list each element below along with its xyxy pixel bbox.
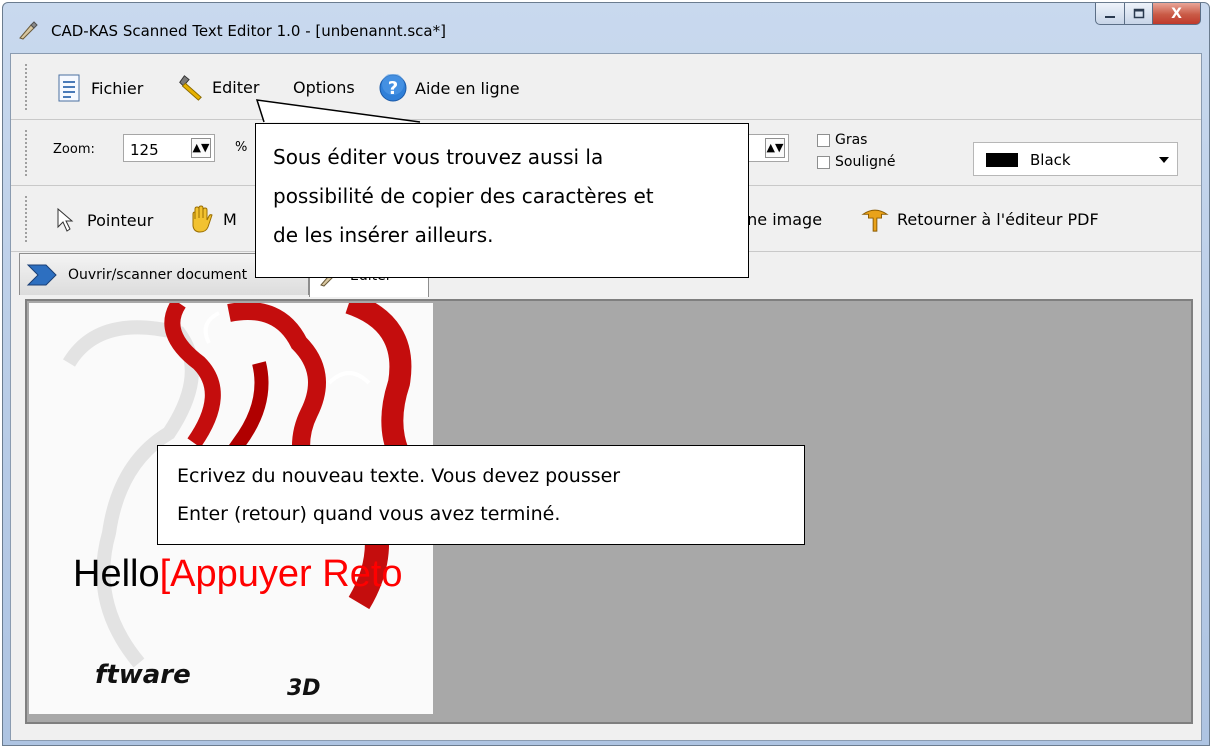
menu-aide-label: Aide en ligne: [415, 78, 520, 98]
toolbar-grip[interactable]: [25, 64, 29, 110]
minimize-button[interactable]: [1095, 3, 1125, 25]
toolbar-grip[interactable]: [25, 130, 29, 176]
menu-editer-label: Editer: [212, 77, 260, 97]
callout-editer-info: Sous éditer vous trouvez aussi la possib…: [255, 123, 749, 278]
tool-main-label: M: [223, 209, 237, 229]
menu-aide-en-ligne[interactable]: ? Aide en ligne: [379, 74, 520, 102]
spin-arrows-icon[interactable]: ▲▼: [765, 138, 785, 158]
tool-retourner-label: Retourner à l'éditeur PDF: [897, 209, 1099, 229]
menu-options-label: Options: [293, 78, 355, 97]
menu-editer[interactable]: Editer: [176, 73, 259, 101]
logo-text-3d: 3D: [287, 676, 321, 701]
checkbox-box[interactable]: [817, 155, 830, 169]
callout-line: possibilité de copier des caractères et: [273, 184, 654, 208]
document-icon: [55, 74, 83, 102]
tool-image-label: une image: [737, 210, 823, 229]
checkbox-box[interactable]: [817, 133, 830, 147]
zoom-stepper[interactable]: 125 ▲▼: [123, 134, 215, 162]
menu-fichier-label: Fichier: [91, 78, 144, 98]
callout-line: de les insérer ailleurs.: [273, 223, 494, 247]
callout-line: Ecrivez du nouveau texte. Vous devez pou…: [177, 465, 621, 487]
title-bar[interactable]: CAD-KAS Scanned Text Editor 1.0 - [unben…: [3, 3, 1209, 53]
typed-text: Hello: [73, 553, 160, 595]
underline-label: Souligné: [835, 154, 896, 170]
zoom-label: Zoom:: [53, 142, 95, 157]
app-window: CAD-KAS Scanned Text Editor 1.0 - [unben…: [2, 2, 1210, 746]
pen-icon: [19, 21, 38, 40]
underline-checkbox[interactable]: Souligné: [817, 154, 895, 170]
close-icon: X: [1171, 5, 1182, 22]
tool-pointeur-label: Pointeur: [87, 210, 154, 230]
help-icon: ?: [379, 74, 407, 102]
tool-retourner[interactable]: Retourner à l'éditeur PDF: [861, 205, 1099, 233]
tool-pointeur[interactable]: Pointeur: [51, 206, 153, 234]
minimize-icon: [1105, 15, 1115, 18]
tool-image[interactable]: une image: [737, 210, 822, 229]
svg-text:?: ?: [388, 78, 398, 99]
window-controls: X: [1095, 3, 1201, 25]
spin-arrows-icon[interactable]: ▲▼: [191, 138, 211, 158]
enter-prompt-text: [Appuyer Reto: [159, 553, 403, 595]
color-swatch: [986, 153, 1018, 167]
close-button[interactable]: X: [1153, 3, 1201, 25]
logo-text-ftware: ftware: [95, 660, 191, 690]
toolbar-grip[interactable]: [25, 196, 29, 242]
menu-options[interactable]: Options: [293, 78, 355, 97]
color-label: Black: [1030, 151, 1071, 169]
hand-icon: [187, 205, 215, 233]
hammer-icon: [176, 73, 204, 101]
scanner-arrow-icon: [26, 264, 57, 285]
tool-main[interactable]: M: [187, 205, 237, 233]
menu-toolbar: Fichier Editer Options ? Aide en ligne: [11, 54, 1201, 120]
tab-ouvrir-label: Ouvrir/scanner document: [68, 266, 248, 283]
chevron-down-icon[interactable]: [1159, 157, 1169, 163]
zoom-unit: %: [235, 140, 248, 155]
callout-new-text-info: Ecrivez du nouveau texte. Vous devez pou…: [157, 445, 805, 545]
zoom-value: 125: [130, 141, 159, 159]
arrow-cursor-icon: [51, 206, 79, 234]
typed-text-line[interactable]: Hello[Appuyer Reto: [73, 553, 403, 596]
menu-fichier[interactable]: Fichier: [55, 74, 143, 102]
return-icon: [861, 205, 889, 233]
callout-line: Enter (retour) quand vous avez terminé.: [177, 503, 561, 525]
bold-checkbox[interactable]: Gras: [817, 132, 867, 148]
bold-label: Gras: [835, 132, 868, 148]
window-title: CAD-KAS Scanned Text Editor 1.0 - [unben…: [51, 22, 446, 40]
color-select[interactable]: Black: [973, 142, 1178, 176]
callout-line: Sous éditer vous trouvez aussi la: [273, 145, 604, 169]
maximize-button[interactable]: [1125, 3, 1153, 25]
maximize-icon: [1133, 8, 1144, 19]
